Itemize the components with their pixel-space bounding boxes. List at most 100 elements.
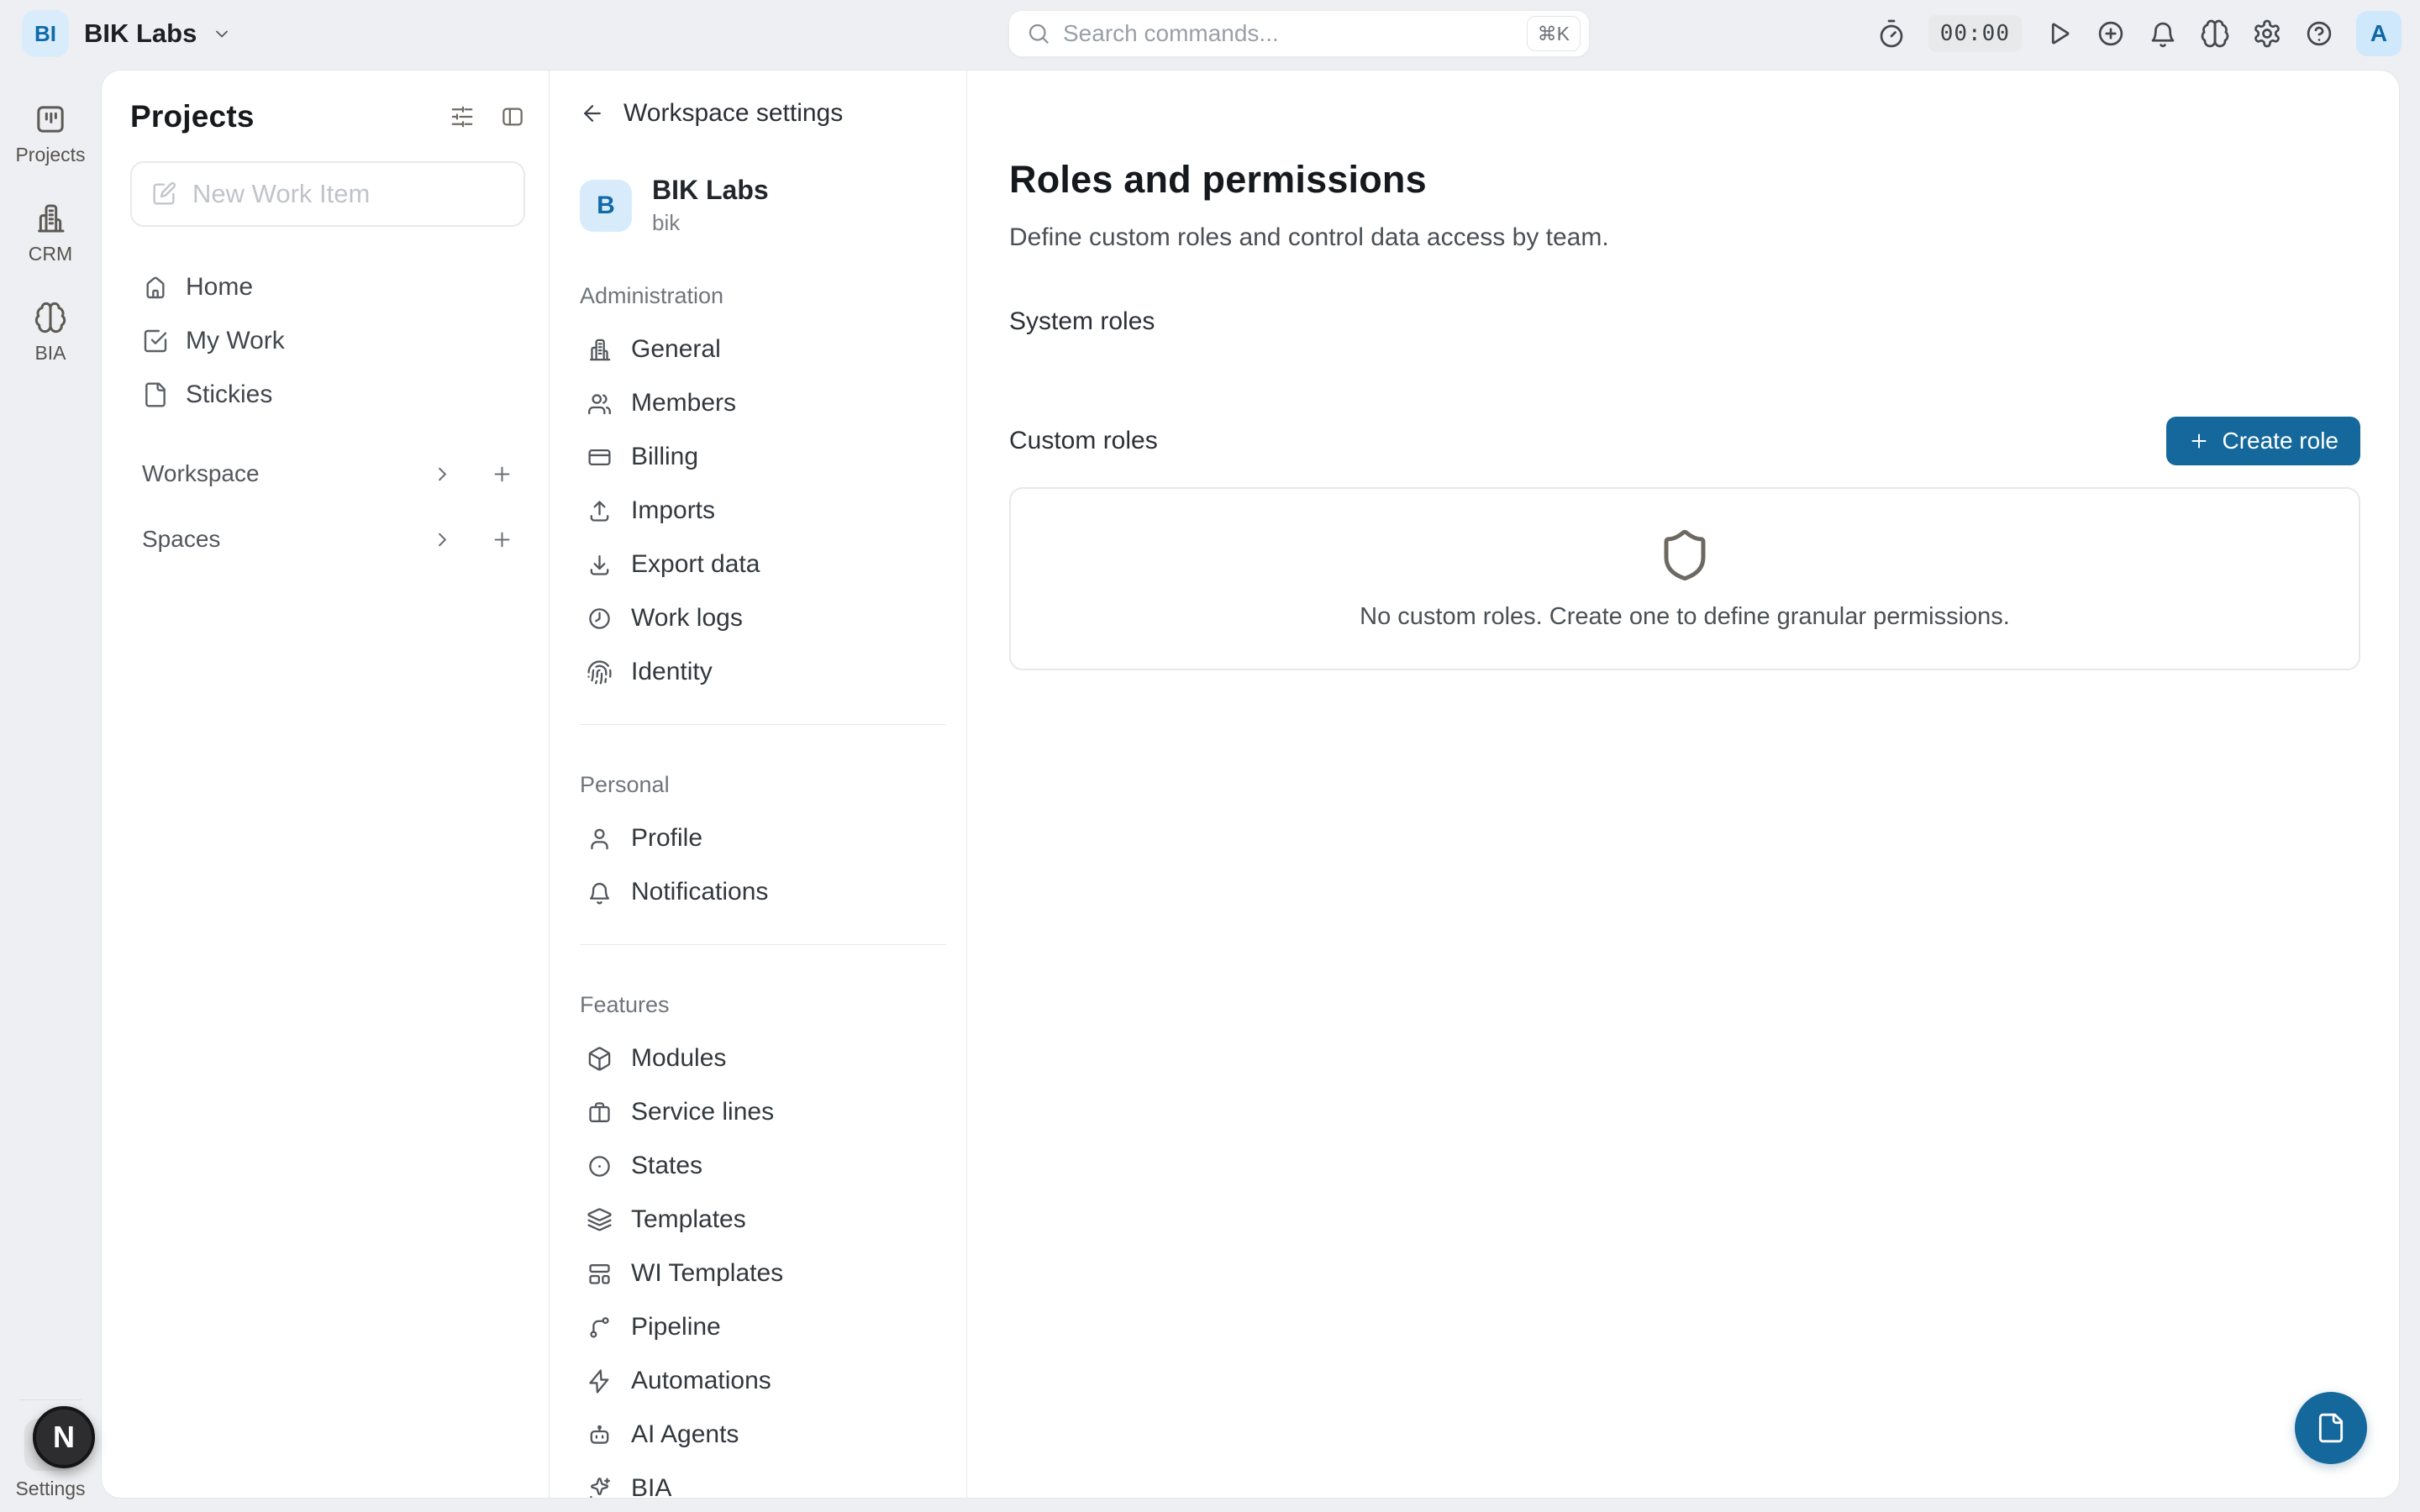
chevron-right-icon[interactable] [431,463,454,486]
play-icon[interactable] [2044,18,2074,49]
settings-nav-item[interactable]: General [580,323,946,376]
settings-group-label: Features [580,992,946,1018]
upload-icon [587,498,613,524]
clock-icon [587,606,613,632]
circle-dot-icon [587,1153,613,1179]
plus-icon[interactable] [491,463,513,486]
rail-bottom: Settings N [0,1399,101,1512]
kanban-icon [34,102,67,136]
workspace-card: B BIK Labs bik [580,175,946,236]
bell-icon[interactable] [2148,18,2178,49]
workspace-avatar: B [580,180,632,232]
new-work-item-box[interactable] [130,161,525,227]
sidebar-nav-item[interactable]: Stickies [130,368,525,422]
circle-help-icon[interactable] [2304,18,2334,49]
settings-nav-item[interactable]: Work logs [580,591,946,645]
settings-label: Settings [15,1478,85,1500]
top-bar-actions: 00:00 A [1876,0,2402,67]
settings-group-administration: General Members Billing Imports [580,323,946,699]
plus-icon [2188,430,2210,452]
brain-icon[interactable] [2200,18,2230,49]
rail-item[interactable]: Projects [15,102,85,166]
workspace-card-name: BIK Labs [652,175,769,206]
settings-nav-item[interactable]: AI Agents [580,1408,946,1462]
sidebar-nav-item[interactable]: My Work [130,314,525,368]
top-bar: BI BIK Labs ⌘K 00:00 A [0,0,2420,67]
new-work-item-input[interactable] [192,179,528,209]
brain-icon [34,301,67,334]
shortcut-badge: ⌘K [1527,16,1581,51]
settings-nav-item[interactable]: Pipeline [580,1300,946,1354]
settings-nav-item[interactable]: Templates [580,1193,946,1247]
settings-nav-item[interactable]: Billing [580,430,946,484]
page-subtitle: Define custom roles and control data acc… [1009,223,2360,252]
settings-group-label: Personal [580,772,946,798]
file-icon [142,381,169,408]
settings-group-features: Modules Service lines States Templates [580,1032,946,1498]
settings-nav-item[interactable]: WI Templates [580,1247,946,1300]
chevron-right-icon[interactable] [431,528,454,551]
system-roles-label: System roles [1009,307,2360,336]
circle-plus-icon[interactable] [2096,18,2126,49]
file-icon [2315,1412,2347,1444]
main-panel: Projects Home My Work [101,70,2400,1499]
workspace-card-slug: bik [652,210,769,236]
bot-icon [587,1422,613,1448]
panel-left-icon[interactable] [500,104,525,129]
download-icon [587,552,613,578]
gear-icon[interactable] [2252,18,2282,49]
settings-group-label: Administration [580,283,946,309]
workspace-logo: BI [22,10,69,57]
stopwatch-icon[interactable] [1876,18,1907,49]
settings-back[interactable]: Workspace settings [580,99,946,128]
settings-nav-item[interactable]: Profile [580,811,946,865]
cursor-overlay: N [33,1406,95,1468]
settings-nav-item[interactable]: Service lines [580,1085,946,1139]
settings-nav-item[interactable]: Members [580,376,946,430]
workspace-switcher[interactable]: BI BIK Labs [22,0,232,67]
chevron-down-icon [212,24,232,44]
sidebar-sections: Workspace Spaces [130,460,525,553]
settings-group-personal: Profile Notifications [580,811,946,919]
command-search[interactable]: ⌘K [1008,10,1590,57]
plus-icon[interactable] [491,528,513,551]
building-icon [34,202,67,235]
user-avatar[interactable]: A [2356,11,2402,56]
settings-header-title: Workspace settings [623,99,843,128]
search-input[interactable] [1063,20,1515,47]
users-icon [587,391,613,417]
sidebar-section-header[interactable]: Spaces [130,526,525,553]
settings-nav-item[interactable]: Export data [580,538,946,591]
zap-icon [587,1368,613,1394]
briefcase-icon [587,1100,613,1126]
page-title: Roles and permissions [1009,158,2360,202]
layout-template-icon [587,1261,613,1287]
rail-item-list: Projects CRM BIA [15,67,85,365]
empty-state-text: No custom roles. Create one to define gr… [1360,603,2010,631]
sidebar-nav-item[interactable]: Home [130,260,525,314]
filter-sliders-icon[interactable] [450,104,475,129]
projects-sidebar: Projects Home My Work [102,71,550,1498]
settings-nav-item[interactable]: States [580,1139,946,1193]
search-icon [1026,21,1051,46]
layers-icon [587,1207,613,1233]
user-icon [587,826,613,852]
projects-title: Projects [130,99,255,134]
arrow-left-icon[interactable] [580,101,605,126]
sparkles-icon [587,1476,613,1499]
document-fab-button[interactable] [2295,1392,2367,1464]
settings-nav-item[interactable]: Modules [580,1032,946,1085]
settings-nav-item[interactable]: Notifications [580,865,946,919]
main-content: Roles and permissions Define custom role… [967,71,2399,1498]
sidebar-section-header[interactable]: Workspace [130,460,525,487]
settings-nav-item[interactable]: Imports [580,484,946,538]
divider [580,944,946,945]
create-role-button[interactable]: Create role [2166,417,2360,465]
settings-nav-item[interactable]: Identity [580,645,946,699]
projects-nav: Home My Work Stickies [130,260,525,422]
rail-item[interactable]: BIA [34,301,67,365]
settings-nav-item[interactable]: Automations [580,1354,946,1408]
settings-nav-item[interactable]: BIA [580,1462,946,1498]
divider [580,724,946,725]
rail-item[interactable]: CRM [29,202,72,265]
